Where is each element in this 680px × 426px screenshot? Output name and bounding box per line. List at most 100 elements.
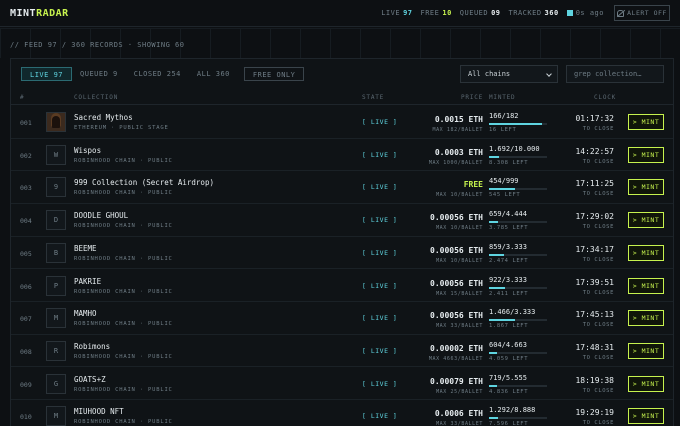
- collection-chain: ETHEREUM · PUBLIC STAGE: [74, 125, 169, 131]
- collection-chain: ROBINHOOD CHAIN · PUBLIC: [74, 353, 173, 360]
- mint-progress-bar: [489, 384, 547, 387]
- state-badge: [ LIVE ]: [362, 150, 398, 159]
- remaining-count: 8.308 LEFT: [489, 159, 529, 166]
- table-row[interactable]: 010 M MIUHOOD NFT ROBINHOOD CHAIN · PUBLIC […: [11, 400, 673, 426]
- collection-chain: ROBINHOOD CHAIN · PUBLIC: [74, 419, 173, 426]
- collection-chain: ROBINHOOD CHAIN · PUBLIC: [74, 386, 173, 393]
- chain-select[interactable]: All chains: [460, 65, 558, 83]
- mint-button[interactable]: > MINT: [628, 244, 664, 261]
- collection-name[interactable]: PAKRIE: [74, 277, 101, 286]
- col-price: PRICE: [461, 94, 484, 101]
- max-per-wallet: MAX 4663/BALLET: [428, 355, 483, 362]
- chevron-down-icon: [546, 71, 552, 77]
- logo[interactable]: MINTRADAR: [10, 8, 69, 19]
- table-row[interactable]: 002 W Wispos ROBINHOOD CHAIN · PUBLIC [ LIVE…: [11, 139, 673, 172]
- stat-queued: QUEUED 09: [459, 9, 501, 17]
- minted-count: 604/4.663: [489, 340, 527, 349]
- mint-button[interactable]: > MINT: [628, 146, 664, 163]
- state-badge: [ LIVE ]: [362, 183, 398, 192]
- mint-progress-bar: [489, 188, 547, 191]
- state-badge: [ LIVE ]: [362, 118, 398, 126]
- collection-name[interactable]: Sacred Mythos: [74, 113, 133, 122]
- mint-progress-bar: [489, 123, 547, 125]
- mint-button[interactable]: > MINT: [628, 408, 664, 425]
- countdown-clock: 18:19:38: [575, 375, 614, 385]
- table-row[interactable]: 008 R Robimons ROBINHOOD CHAIN · PUBLIC [ LI…: [11, 335, 673, 368]
- collection-name[interactable]: BEEME: [74, 244, 97, 253]
- countdown-clock: 17:11:25: [575, 179, 614, 189]
- filter-tabs: LIVE 97 QUEUED 9 CLOSED 254 ALL 360 FREE…: [21, 67, 305, 81]
- max-per-wallet: MAX 182/BALLET: [432, 127, 483, 133]
- collection-name[interactable]: GOATS+Z: [74, 375, 106, 384]
- remaining-count: 16 LEFT: [489, 127, 517, 133]
- max-per-wallet: MAX 10/BALLET: [436, 192, 483, 199]
- tab-queued[interactable]: QUEUED 9: [72, 67, 126, 81]
- remaining-count: 1.867 LEFT: [489, 323, 529, 330]
- collection-thumbnail: [46, 112, 66, 132]
- collection-thumbnail: M: [46, 406, 66, 426]
- table-row[interactable]: 001 Sacred Mythos ETHEREUM · PUBLIC STAGE […: [11, 106, 673, 139]
- minted-count: 454/999: [489, 177, 519, 186]
- table-header: # COLLECTION STATE PRICE MINTED CLOCK: [11, 91, 673, 105]
- remaining-count: 3.785 LEFT: [489, 225, 529, 232]
- bell-off-icon: [617, 9, 625, 17]
- state-badge: [ LIVE ]: [362, 248, 398, 257]
- table-row[interactable]: 006 P PAKRIE ROBINHOOD CHAIN · PUBLIC [ LIVE…: [11, 270, 673, 302]
- alert-toggle-button[interactable]: ALERT OFF: [614, 5, 670, 21]
- countdown-label: TO CLOSE: [582, 158, 614, 165]
- collection-thumbnail: D: [46, 210, 66, 231]
- mint-button[interactable]: > MINT: [628, 179, 664, 196]
- countdown-label: TO CLOSE: [582, 420, 614, 426]
- row-index: 001: [20, 119, 32, 127]
- mint-price: FREE: [463, 180, 483, 190]
- countdown-label: TO CLOSE: [582, 256, 614, 263]
- logo-radar: RADAR: [36, 8, 69, 19]
- max-per-wallet: MAX 33/BALLET: [436, 323, 483, 330]
- collection-name[interactable]: Wispos: [74, 146, 101, 155]
- mint-button[interactable]: > MINT: [628, 375, 664, 392]
- collection-name[interactable]: DOODLE GHOUL: [74, 211, 128, 220]
- tab-closed[interactable]: CLOSED 254: [126, 67, 189, 81]
- countdown-clock: 17:29:02: [575, 212, 614, 222]
- table-row[interactable]: 005 B BEEME ROBINHOOD CHAIN · PUBLIC [ LIVE …: [11, 237, 673, 270]
- countdown-label: TO CLOSE: [582, 289, 614, 296]
- table-row[interactable]: 009 G GOATS+Z ROBINHOOD CHAIN · PUBLIC [ LIV…: [11, 368, 673, 401]
- table-row[interactable]: 007 M MAMHO ROBINHOOD CHAIN · PUBLIC [ LIVE …: [11, 302, 673, 335]
- free-only-toggle[interactable]: FREE ONLY: [243, 67, 305, 81]
- remaining-count: 2.474 LEFT: [489, 257, 529, 264]
- mint-progress-fill: [489, 319, 515, 322]
- minted-count: 166/182: [489, 112, 519, 120]
- tab-all[interactable]: ALL 360: [189, 67, 238, 81]
- countdown-label: TO CLOSE: [582, 224, 614, 231]
- collection-name[interactable]: 999 Collection (Secret Airdrop): [74, 178, 214, 187]
- row-index: 003: [20, 184, 32, 193]
- table-row[interactable]: 003 9 999 Collection (Secret Airdrop) ROBIN…: [11, 171, 673, 204]
- mint-button[interactable]: > MINT: [628, 342, 664, 359]
- row-index: 006: [20, 282, 32, 291]
- mint-button[interactable]: > MINT: [628, 310, 664, 327]
- mint-button[interactable]: > MINT: [628, 212, 664, 229]
- logo-mint: MINT: [10, 8, 37, 19]
- countdown-label: TO CLOSE: [582, 126, 614, 132]
- mint-button[interactable]: > MINT: [628, 114, 664, 130]
- remaining-count: 545 LEFT: [489, 192, 521, 199]
- mint-progress-bar: [489, 253, 547, 256]
- collection-thumbnail: 9: [46, 177, 66, 198]
- collection-name[interactable]: MIUHOOD NFT: [74, 407, 124, 416]
- minted-count: 1.692/10.000: [489, 144, 540, 153]
- minted-count: 1.466/3.333: [489, 308, 536, 317]
- table-row[interactable]: 004 D DOODLE GHOUL ROBINHOOD CHAIN · PUBLIC…: [11, 204, 673, 237]
- collection-name[interactable]: MAMHO: [74, 309, 97, 318]
- tab-live[interactable]: LIVE 97: [21, 67, 73, 81]
- countdown-clock: 14:22:57: [575, 146, 614, 156]
- search-input[interactable]: grep collection…: [566, 65, 664, 83]
- mint-progress-fill: [489, 188, 516, 191]
- state-badge: [ LIVE ]: [362, 379, 398, 388]
- collection-name[interactable]: Robimons: [74, 342, 110, 351]
- minted-count: 859/3.333: [489, 242, 527, 251]
- col-clock: CLOCK: [594, 94, 617, 101]
- countdown-label: TO CLOSE: [582, 191, 614, 198]
- state-badge: [ LIVE ]: [362, 216, 398, 225]
- mint-button[interactable]: > MINT: [628, 277, 664, 294]
- countdown-clock: 01:17:32: [575, 114, 614, 123]
